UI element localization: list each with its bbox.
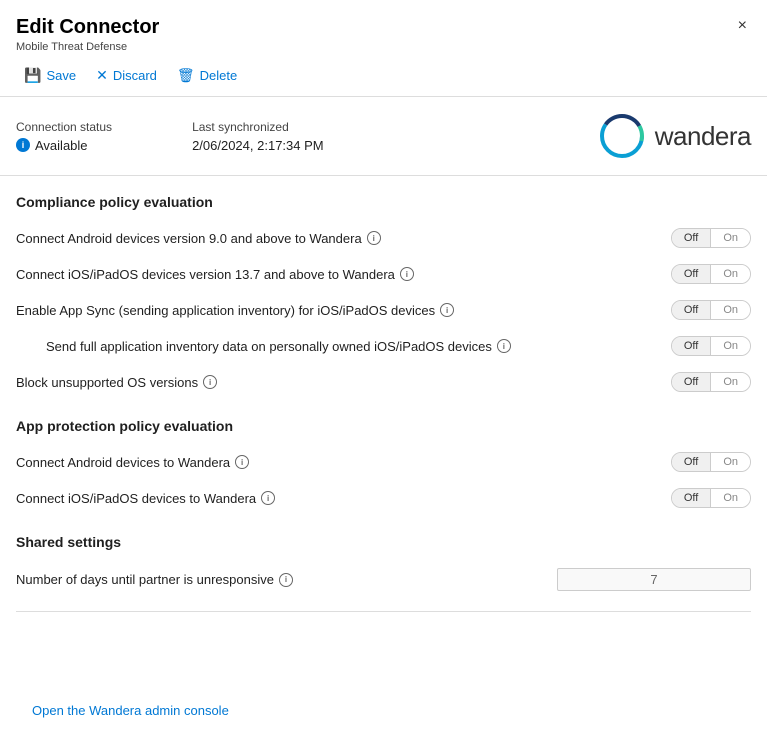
discard-icon: ✕ xyxy=(96,67,108,84)
compliance-section-title: Compliance policy evaluation xyxy=(16,176,751,220)
toggle-compliance-1[interactable]: Off On xyxy=(671,264,751,284)
info-icon-3: i xyxy=(497,339,511,353)
toggle-on-ap-0[interactable]: On xyxy=(711,453,750,471)
app-protection-row-1: Connect iOS/iPadOS devices to Wandera i … xyxy=(16,480,751,516)
toggle-compliance-2[interactable]: Off On xyxy=(671,300,751,320)
wandera-admin-link[interactable]: Open the Wandera admin console xyxy=(16,691,245,730)
toggle-compliance-0[interactable]: Off On xyxy=(671,228,751,248)
last-sync-value: 2/06/2024, 2:17:34 PM xyxy=(192,138,324,153)
delete-button[interactable]: 🗑 Delete xyxy=(169,63,245,88)
toggle-compliance-4[interactable]: Off On xyxy=(671,372,751,392)
close-button[interactable]: × xyxy=(734,14,751,38)
days-unresponsive-input[interactable] xyxy=(557,568,751,591)
info-icon-2: i xyxy=(440,303,454,317)
wandera-brand-text: wandera xyxy=(655,121,751,152)
edit-connector-dialog: Edit Connector Mobile Threat Defense × 💾… xyxy=(0,0,767,734)
toggle-on-2[interactable]: On xyxy=(711,301,750,319)
wandera-circle-icon xyxy=(599,113,645,159)
compliance-row-1: Connect iOS/iPadOS devices version 13.7 … xyxy=(16,256,751,292)
toggle-on-ap-1[interactable]: On xyxy=(711,489,750,507)
last-sync-label: Last synchronized xyxy=(192,120,324,134)
compliance-row-3: Send full application inventory data on … xyxy=(16,328,751,364)
info-icon: i xyxy=(16,138,30,152)
compliance-row-2: Enable App Sync (sending application inv… xyxy=(16,292,751,328)
toggle-on-3[interactable]: On xyxy=(711,337,750,355)
info-icon-ap-0: i xyxy=(235,455,249,469)
dialog-title: Edit Connector xyxy=(16,14,159,40)
toggle-off-4[interactable]: Off xyxy=(672,373,711,391)
save-button[interactable]: 💾 Save xyxy=(16,63,84,88)
discard-button[interactable]: ✕ Discard xyxy=(88,63,165,88)
dialog-subtitle: Mobile Threat Defense xyxy=(16,41,159,53)
toggle-off-ap-1[interactable]: Off xyxy=(672,489,711,507)
toggle-off-3[interactable]: Off xyxy=(672,337,711,355)
info-icon-ap-1: i xyxy=(261,491,275,505)
toggle-off-1[interactable]: Off xyxy=(672,265,711,283)
toggle-off-0[interactable]: Off xyxy=(672,229,711,247)
toggle-on-0[interactable]: On xyxy=(711,229,750,247)
shared-section-title: Shared settings xyxy=(16,516,751,560)
toolbar: 💾 Save ✕ Discard 🗑 Delete xyxy=(0,57,767,97)
dialog-header: Edit Connector Mobile Threat Defense × xyxy=(0,0,767,57)
content-area: Compliance policy evaluation Connect And… xyxy=(0,176,767,695)
info-icon-1: i xyxy=(400,267,414,281)
wandera-logo: wandera xyxy=(599,113,751,159)
save-icon: 💾 xyxy=(24,67,41,84)
toggle-off-2[interactable]: Off xyxy=(672,301,711,319)
bottom-divider xyxy=(16,611,751,612)
toggle-on-1[interactable]: On xyxy=(711,265,750,283)
connection-status-value: i Available xyxy=(16,138,112,153)
info-icon-shared-0: i xyxy=(279,573,293,587)
toggle-off-ap-0[interactable]: Off xyxy=(672,453,711,471)
info-icon-0: i xyxy=(367,231,381,245)
compliance-row-4: Block unsupported OS versions i Off On xyxy=(16,364,751,400)
app-protection-row-0: Connect Android devices to Wandera i Off… xyxy=(16,444,751,480)
toggle-compliance-3[interactable]: Off On xyxy=(671,336,751,356)
footer: Open the Wandera admin console xyxy=(0,695,767,734)
delete-icon: 🗑 xyxy=(177,67,195,84)
info-icon-4: i xyxy=(203,375,217,389)
app-protection-section-title: App protection policy evaluation xyxy=(16,400,751,444)
toggle-app-protection-1[interactable]: Off On xyxy=(671,488,751,508)
status-section: Connection status i Available Last synch… xyxy=(0,97,767,176)
toggle-on-4[interactable]: On xyxy=(711,373,750,391)
connection-status-label: Connection status xyxy=(16,120,112,134)
toggle-app-protection-0[interactable]: Off On xyxy=(671,452,751,472)
shared-row-0: Number of days until partner is unrespon… xyxy=(16,560,751,599)
compliance-row-0: Connect Android devices version 9.0 and … xyxy=(16,220,751,256)
